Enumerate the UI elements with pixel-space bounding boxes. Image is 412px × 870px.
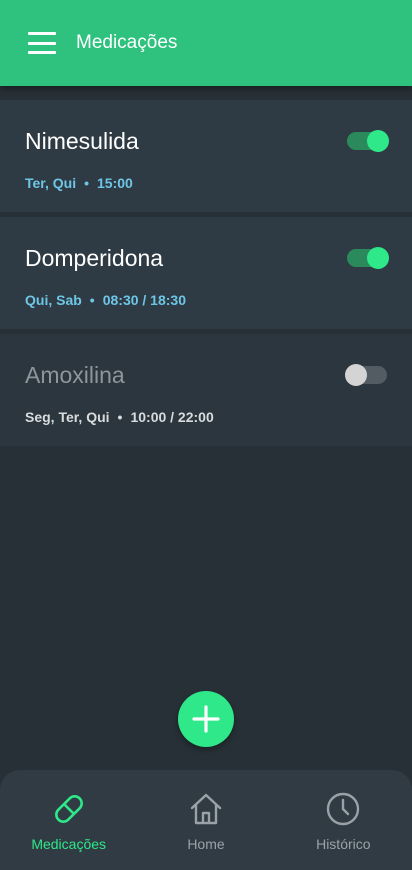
add-medication-button[interactable]: [178, 691, 234, 747]
medication-schedule: Ter, Qui • 15:00: [25, 175, 133, 191]
medication-name: Nimesulida: [25, 128, 139, 154]
separator-dot: •: [84, 175, 89, 191]
page-title: Medicações: [76, 32, 178, 53]
separator-dot: •: [117, 409, 123, 425]
medication-name: Domperidona: [25, 245, 164, 271]
nav-label: Medicações: [31, 836, 107, 852]
schedule-times: 10:00 / 22:00: [130, 409, 214, 425]
schedule-days: Seg, Ter, Qui: [25, 409, 110, 425]
toggle-knob: [367, 247, 389, 269]
home-icon: [190, 793, 222, 825]
nav-item-home[interactable]: Home: [137, 770, 274, 870]
toggle-knob: [345, 364, 367, 386]
medication-card[interactable]: Domperidona Qui, Sab • 08:30 / 18:30: [0, 217, 412, 329]
menu-icon[interactable]: [28, 32, 56, 54]
plus-icon: [192, 705, 220, 733]
medication-card[interactable]: Amoxilina Seg, Ter, Qui • 10:00 / 22:00: [0, 334, 412, 446]
medication-toggle[interactable]: [347, 130, 389, 152]
medication-toggle[interactable]: [345, 364, 387, 386]
schedule-times: 08:30 / 18:30: [102, 292, 186, 308]
nav-item-historico[interactable]: Histórico: [275, 770, 412, 870]
medication-toggle[interactable]: [347, 247, 389, 269]
schedule-times: 15:00: [97, 175, 133, 191]
clock-icon: [327, 792, 360, 826]
bottom-navigation: Medicações Home Histórico: [0, 770, 412, 870]
schedule-days: Ter, Qui: [25, 175, 77, 191]
nav-label: Histórico: [316, 836, 371, 852]
medication-card[interactable]: Nimesulida Ter, Qui • 15:00: [0, 100, 412, 212]
separator-dot: •: [89, 292, 95, 308]
medication-name: Amoxilina: [25, 362, 125, 388]
nav-item-medicacoes[interactable]: Medicações: [0, 770, 137, 870]
schedule-days: Qui, Sab: [25, 292, 82, 308]
toggle-knob: [367, 130, 389, 152]
medication-list: Nimesulida Ter, Qui • 15:00 Domperidona …: [0, 100, 412, 451]
pill-icon: [54, 795, 83, 823]
app-bar: Medicações: [0, 0, 412, 86]
medication-schedule: Qui, Sab • 08:30 / 18:30: [25, 292, 186, 308]
medication-schedule: Seg, Ter, Qui • 10:00 / 22:00: [25, 409, 214, 425]
nav-label: Home: [187, 836, 225, 852]
